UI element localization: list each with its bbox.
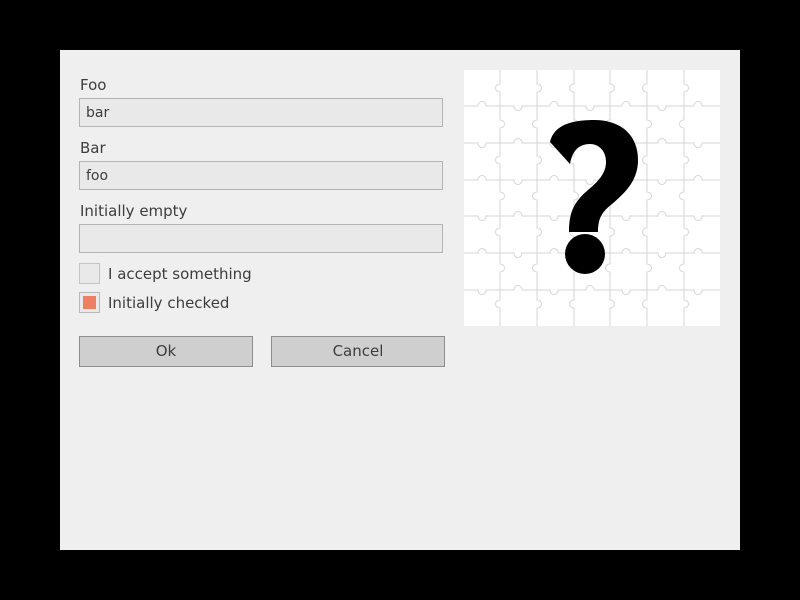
foo-label: Foo	[80, 76, 107, 94]
accept-checkbox-label: I accept something	[108, 265, 252, 283]
initially-empty-input[interactable]	[79, 224, 443, 253]
initially-checked-label: Initially checked	[108, 294, 230, 312]
initially-checked-checkbox[interactable]	[79, 292, 100, 313]
dialog: Foo Bar Initially empty I accept somethi…	[60, 50, 740, 550]
cancel-button[interactable]: Cancel	[271, 336, 445, 367]
accept-checkbox[interactable]	[79, 263, 100, 284]
bar-label: Bar	[80, 139, 106, 157]
initially-empty-label: Initially empty	[80, 202, 188, 220]
question-mark-icon	[550, 120, 638, 274]
ok-button[interactable]: Ok	[79, 336, 253, 367]
foo-input[interactable]	[79, 98, 443, 127]
image-preview	[464, 70, 720, 326]
jigsaw-puzzle-icon	[464, 70, 720, 326]
bar-input[interactable]	[79, 161, 443, 190]
checkbox-check-mark	[83, 296, 96, 309]
